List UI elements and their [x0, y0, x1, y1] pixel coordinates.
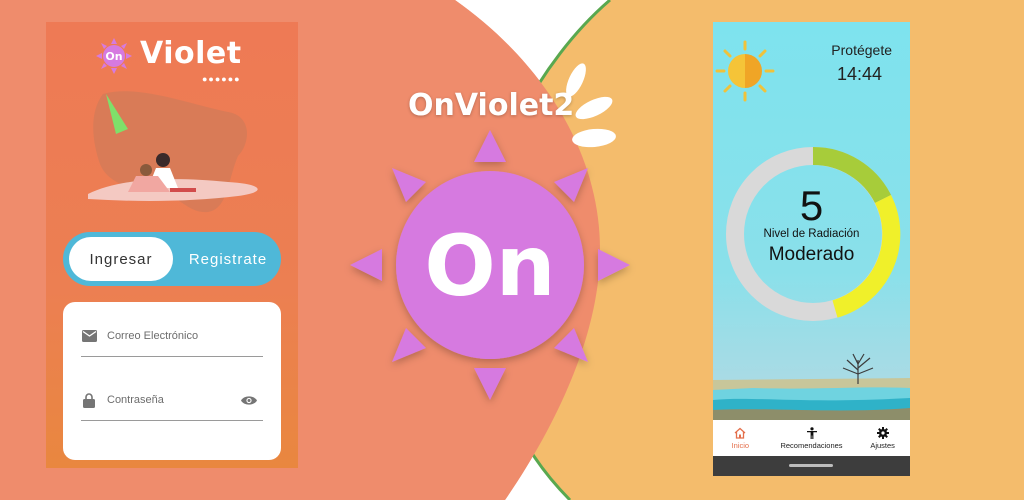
home-icon	[734, 427, 746, 439]
app-logo: On Violet ●●●●●●	[96, 32, 256, 92]
system-bar	[713, 456, 910, 476]
nav-item-inicio[interactable]: Inicio	[713, 420, 768, 456]
login-screen: On Violet ●●●●●● Ingresar Registrate	[46, 22, 298, 468]
radiation-level: Moderado	[768, 244, 855, 265]
bottom-nav: Inicio Recomendaciones Ajustes	[713, 420, 910, 456]
gear-icon	[876, 426, 889, 439]
login-form	[63, 302, 281, 460]
clock-time: 14:44	[836, 64, 882, 84]
sun-icon	[715, 40, 775, 102]
center-sun-logo: On	[350, 130, 630, 400]
landscape-scene	[713, 353, 910, 422]
logo-wordmark: Violet	[140, 36, 242, 71]
eye-icon[interactable]	[241, 392, 257, 408]
lock-icon	[81, 392, 97, 408]
auth-toggle: Ingresar Registrate	[63, 232, 281, 286]
uv-index-value: 5	[799, 182, 824, 229]
center-badge-text: On	[424, 217, 555, 315]
email-field	[81, 316, 263, 357]
password-field	[81, 380, 263, 421]
logo-badge-text: On	[105, 50, 122, 63]
nav-item-recomendaciones[interactable]: Recomendaciones	[768, 420, 856, 456]
logo-sun-icon: On	[96, 38, 132, 74]
uv-screen: Protégete 14:44 5 Nivel de Radiación Mod…	[713, 22, 910, 476]
email-input[interactable]	[107, 330, 227, 342]
header-text: Protégete	[831, 42, 892, 58]
nav-label-recomendaciones: Recomendaciones	[780, 440, 843, 450]
home-indicator[interactable]	[789, 464, 833, 467]
nav-label-ajustes: Ajustes	[870, 440, 895, 450]
person-icon	[806, 426, 817, 439]
nav-label-inicio: Inicio	[731, 440, 750, 450]
logo-dots: ●●●●●●	[202, 74, 241, 84]
tab-ingresar[interactable]: Ingresar	[69, 237, 173, 281]
mail-icon	[81, 328, 97, 344]
beach-couple-illustration	[88, 91, 258, 213]
password-input[interactable]	[107, 394, 227, 406]
nav-item-ajustes[interactable]: Ajustes	[855, 420, 910, 456]
center-title: OnViolet2	[408, 88, 575, 123]
tab-registrate[interactable]: Registrate	[181, 237, 275, 281]
radiation-caption: Nivel de Radiación	[763, 228, 860, 240]
